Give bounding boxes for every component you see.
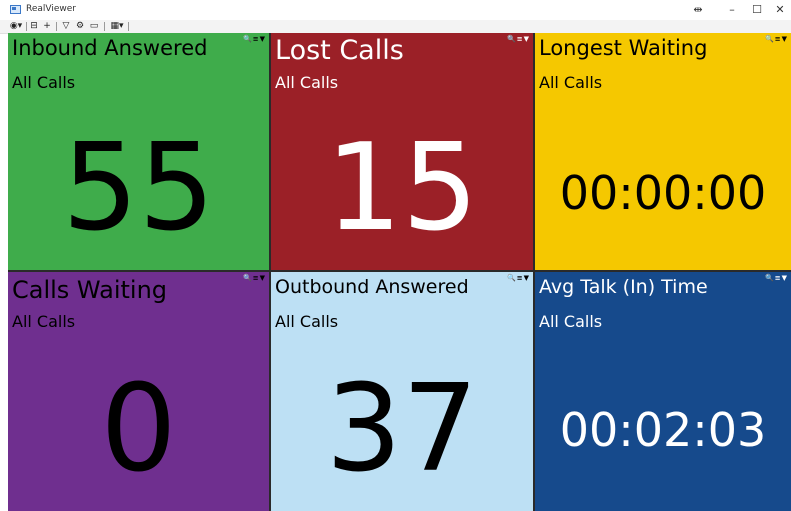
title-bar: RealViewer ⇹ – ☐ ✕: [0, 0, 791, 20]
tile-avg-talk-time[interactable]: Avg Talk (In) Time All Calls 00:02:03 🔍≡…: [535, 272, 791, 511]
tile-subtitle: All Calls: [539, 312, 603, 331]
toolbar-separator: [104, 22, 105, 31]
tile-value: 0: [100, 360, 177, 499]
tile-value: 00:00:00: [559, 166, 767, 220]
settings-icon[interactable]: ⚙: [74, 21, 86, 32]
toolbar-separator: [26, 22, 27, 31]
window-title: RealViewer: [26, 4, 76, 14]
toolbar-separator: [128, 22, 129, 31]
tile-title: Avg Talk (In) Time: [539, 276, 708, 298]
tile-action-icons[interactable]: 🔍≡▼: [765, 35, 788, 43]
dashboard-grid: Inbound Answered All Calls 55 🔍≡▼ Lost C…: [8, 33, 791, 511]
tile-action-icons[interactable]: 🔍≡▼: [507, 35, 530, 43]
tile-title: Longest Waiting: [539, 36, 708, 60]
tile-value: 00:02:03: [559, 403, 767, 457]
tile-outbound-answered[interactable]: Outbound Answered All Calls 37 🔍≡▼: [271, 272, 533, 511]
tile-subtitle: All Calls: [275, 312, 339, 331]
tile-longest-waiting[interactable]: Longest Waiting All Calls 00:00:00 🔍≡▼: [535, 33, 791, 270]
tile-title: Lost Calls: [275, 35, 404, 66]
minimize-button[interactable]: –: [718, 0, 746, 20]
tile-lost-calls[interactable]: Lost Calls All Calls 15 🔍≡▼: [271, 33, 533, 270]
tile-action-icons[interactable]: 🔍≡▼: [243, 274, 266, 282]
camera-icon[interactable]: ◉▾: [8, 21, 24, 32]
layout-grid-icon[interactable]: ▦▾: [108, 21, 126, 32]
tile-inbound-answered[interactable]: Inbound Answered All Calls 55 🔍≡▼: [8, 33, 269, 270]
tile-action-icons[interactable]: 🔍≡▼: [507, 274, 530, 282]
filter-icon[interactable]: ▽: [60, 21, 72, 32]
app-logo-icon: [10, 5, 21, 14]
tile-title: Inbound Answered: [12, 36, 208, 60]
tile-subtitle: All Calls: [12, 312, 76, 331]
display-icon[interactable]: ▭: [88, 21, 100, 32]
add-icon[interactable]: +: [41, 21, 53, 32]
tile-subtitle: All Calls: [539, 73, 603, 92]
toolbar: ◉▾ ⊟ + ▽ ⚙ ▭ ▦▾: [0, 20, 791, 34]
close-button[interactable]: ✕: [766, 0, 791, 20]
tile-action-icons[interactable]: 🔍≡▼: [243, 35, 266, 43]
tile-title: Outbound Answered: [275, 276, 469, 298]
tile-subtitle: All Calls: [275, 73, 339, 92]
tile-value: 15: [325, 119, 479, 258]
save-icon[interactable]: ⊟: [28, 21, 40, 32]
tile-calls-waiting[interactable]: Calls Waiting All Calls 0 🔍≡▼: [8, 272, 269, 511]
tile-action-icons[interactable]: 🔍≡▼: [765, 274, 788, 282]
tile-value: 37: [325, 360, 479, 499]
tile-title: Calls Waiting: [12, 276, 168, 304]
toolbar-separator: [56, 22, 57, 31]
tile-subtitle: All Calls: [12, 73, 76, 92]
restore-layout-icon[interactable]: ⇹: [684, 0, 712, 20]
tile-value: 55: [62, 119, 215, 258]
